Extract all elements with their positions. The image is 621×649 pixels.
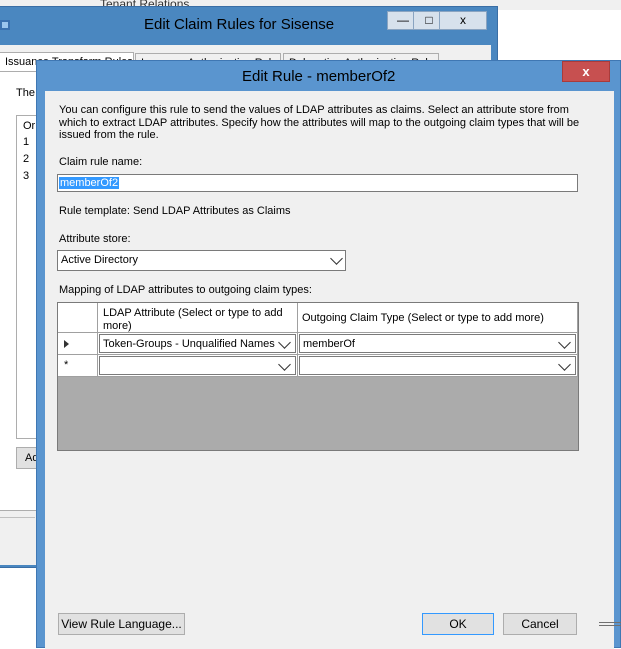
rules-list-header[interactable]: Or [23,120,35,132]
ok-button[interactable]: OK [422,613,494,635]
divider [599,625,621,626]
divider [0,517,35,518]
column-header-label: LDAP Attribute (Select or type to add mo… [103,307,283,332]
ldap-attribute-value: Token-Groups - Unqualified Names [103,338,275,350]
claim-type-cell[interactable] [298,355,578,377]
chevron-down-icon[interactable] [278,358,291,371]
cancel-button[interactable]: Cancel [503,613,577,635]
app-icon [0,17,13,33]
column-header-outgoing-claim-type[interactable]: Outgoing Claim Type (Select or type to a… [298,303,578,333]
new-row-icon: * [64,359,69,371]
row-pointer-icon [64,340,69,348]
chevron-down-icon[interactable] [278,336,291,349]
claim-rule-name-label: Claim rule name: [59,156,143,168]
claim-type-cell[interactable]: memberOf [298,333,578,355]
claim-type-combo[interactable]: memberOf [299,334,576,353]
claim-type-value: memberOf [303,338,355,350]
chevron-down-icon[interactable] [558,358,571,371]
attribute-store-select[interactable]: Active Directory [57,250,346,271]
ldap-attribute-combo[interactable] [99,356,296,375]
close-button[interactable]: x [562,61,610,82]
attribute-store-label: Attribute store: [59,233,131,245]
chevron-down-icon[interactable] [330,252,343,265]
grid-corner-cell [58,303,98,333]
claim-type-combo[interactable] [299,356,576,375]
claim-rule-name-value[interactable]: memberOf2 [59,177,120,189]
divider [599,622,621,623]
chevron-down-icon[interactable] [558,336,571,349]
column-header-label: Outgoing Claim Type (Select or type to a… [302,312,544,324]
ldap-attribute-combo[interactable]: Token-Groups - Unqualified Names [99,334,296,353]
mapping-label: Mapping of LDAP attributes to outgoing c… [59,284,312,296]
window-title: Edit Claim Rules for Sisense [144,16,335,33]
tab-description: The [16,87,35,99]
new-row-selector[interactable]: * [58,355,98,377]
close-button[interactable]: x [439,11,487,30]
column-header-ldap-attribute[interactable]: LDAP Attribute (Select or type to add mo… [98,303,298,333]
mapping-grid: LDAP Attribute (Select or type to add mo… [57,302,579,451]
view-rule-language-button[interactable]: View Rule Language... [58,613,185,635]
ldap-attribute-cell[interactable]: Token-Groups - Unqualified Names [98,333,298,355]
background-window-edge [599,598,621,648]
rule-template-text: Rule template: Send LDAP Attributes as C… [59,205,291,217]
edit-rule-dialog: Edit Rule - memberOf2 x You can configur… [36,60,621,649]
intro-text: You can configure this rule to send the … [59,104,580,142]
claim-rule-name-input[interactable]: memberOf2 [57,174,578,192]
list-item[interactable]: 1 [23,136,29,148]
dialog-body: You can configure this rule to send the … [45,91,614,649]
list-item[interactable]: 2 [23,153,29,165]
row-selector[interactable] [58,333,98,355]
list-item[interactable]: 3 [23,170,29,182]
attribute-store-value: Active Directory [61,254,139,266]
dialog-title: Edit Rule - memberOf2 [242,68,396,85]
ldap-attribute-cell[interactable] [98,355,298,377]
